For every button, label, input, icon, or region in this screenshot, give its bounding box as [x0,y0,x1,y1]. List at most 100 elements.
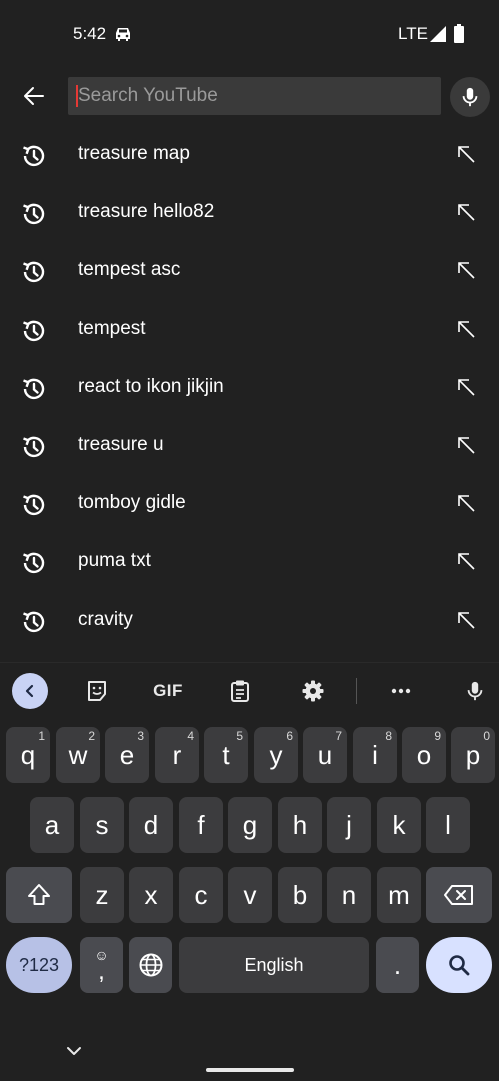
list-item[interactable]: treasure hello82 [0,184,499,242]
gear-icon [302,680,324,702]
backspace-key[interactable] [426,867,492,923]
key-c[interactable]: c [179,867,223,923]
suggestion-text: tempest [78,317,146,339]
suggestion-text: puma txt [78,550,151,572]
globe-icon [139,953,162,977]
key-g[interactable]: g [228,797,272,853]
language-key[interactable] [129,937,172,993]
arrow-up-left-icon[interactable] [454,142,478,166]
list-item[interactable]: tempest asc [0,242,499,300]
search-input[interactable] [68,77,441,115]
search-icon [449,955,470,976]
list-item[interactable]: tempest [0,301,499,359]
key-z[interactable]: z [80,867,124,923]
back-arrow-icon [24,87,44,105]
collapse-toolbar-button[interactable] [12,673,48,709]
history-icon [23,320,45,341]
history-icon [23,378,45,399]
key-k[interactable]: k [377,797,421,853]
suggestion-text: treasure hello82 [78,201,215,223]
toolbar-divider [356,678,357,704]
hide-keyboard-chevron-icon[interactable] [64,1044,84,1058]
list-item[interactable]: puma txt [0,533,499,591]
key-e[interactable]: e3 [105,727,149,783]
signal-icon [430,26,446,42]
suggestion-list: treasure map treasure hello82 tempest as… [0,126,499,650]
key-b[interactable]: b [278,867,322,923]
list-item[interactable]: treasure map [0,126,499,184]
key-y[interactable]: y6 [254,727,298,783]
search-action-key[interactable] [426,937,492,993]
key-x[interactable]: x [129,867,173,923]
suggestion-text: react to ikon jikjin [78,375,224,397]
key-l[interactable]: l [426,797,470,853]
symbols-key[interactable]: ?123 [6,937,72,993]
history-icon [23,611,45,632]
keyboard-voice-button[interactable] [457,673,493,709]
more-horizontal-icon [391,688,411,694]
gif-label: GIF [153,681,183,700]
home-indicator[interactable] [206,1068,294,1072]
history-icon [23,436,45,458]
voice-search-button[interactable] [450,77,490,117]
key-n[interactable]: n [327,867,371,923]
key-q[interactable]: q1 [6,727,50,783]
list-item[interactable]: react to ikon jikjin [0,359,499,417]
key-t[interactable]: t5 [204,727,248,783]
history-icon [23,262,45,283]
arrow-up-left-icon[interactable] [454,200,478,224]
list-item[interactable]: tomboy gidle [0,475,499,533]
space-bar[interactable]: English [179,937,369,993]
suggestion-text: tomboy gidle [78,492,186,514]
arrow-up-left-icon[interactable] [454,433,478,457]
mic-icon [467,681,483,701]
shift-key[interactable] [6,867,72,923]
network-type: LTE [398,24,428,43]
battery-icon [454,24,464,43]
period-key[interactable]: . [376,937,419,993]
list-item[interactable]: treasure u [0,417,499,475]
clipboard-button[interactable] [222,673,258,709]
status-bar: 5:42 LTE [0,0,499,70]
key-f[interactable]: f [179,797,223,853]
arrow-up-left-icon[interactable] [454,549,478,573]
key-j[interactable]: j [327,797,371,853]
text-caret [76,85,78,107]
suggestion-text: tempest asc [78,259,181,281]
arrow-up-left-icon[interactable] [454,491,478,515]
key-o[interactable]: o9 [402,727,446,783]
search-box[interactable] [68,77,441,115]
key-d[interactable]: d [129,797,173,853]
key-w[interactable]: w2 [56,727,100,783]
key-u[interactable]: u7 [303,727,347,783]
shift-icon [28,884,50,905]
key-r[interactable]: r4 [155,727,199,783]
history-icon [23,494,45,516]
back-button[interactable] [14,76,54,116]
emoji-comma-key[interactable]: ☺ , [80,937,123,993]
arrow-up-left-icon[interactable] [454,258,478,282]
list-item[interactable]: cravity [0,592,499,650]
sticker-button[interactable] [79,673,115,709]
key-i[interactable]: i8 [353,727,397,783]
key-v[interactable]: v [228,867,272,923]
sticker-icon [88,681,106,701]
settings-button[interactable] [295,673,331,709]
gif-button[interactable]: GIF [150,673,186,709]
key-m[interactable]: m [377,867,421,923]
history-icon [23,145,45,167]
backspace-icon [444,885,473,905]
more-options-button[interactable] [383,673,419,709]
keyboard-toolbar: GIF [0,663,499,719]
chevron-left-icon [25,684,34,698]
history-icon [23,553,45,574]
arrow-up-left-icon[interactable] [454,317,478,341]
key-p[interactable]: p0 [451,727,495,783]
key-a[interactable]: a [30,797,74,853]
arrow-up-left-icon[interactable] [454,608,478,632]
status-time: 5:42 [73,24,107,43]
key-h[interactable]: h [278,797,322,853]
key-s[interactable]: s [80,797,124,853]
clipboard-icon [231,680,249,702]
arrow-up-left-icon[interactable] [454,375,478,399]
